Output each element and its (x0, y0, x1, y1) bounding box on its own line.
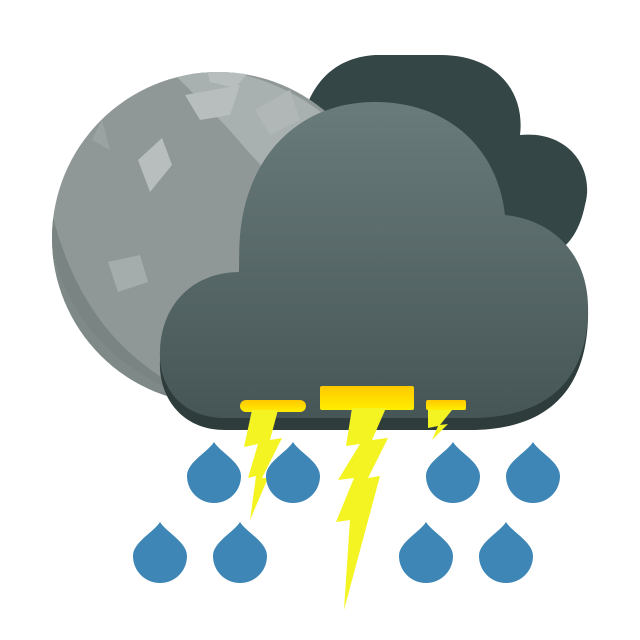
raindrop-icon (426, 442, 480, 503)
raindrop-icon (506, 442, 560, 503)
raindrop-icon (213, 522, 267, 583)
raindrop-icon (187, 442, 241, 503)
lightning-cap-right (426, 400, 466, 410)
raindrop-icon (479, 522, 533, 583)
raindrop-icon (399, 522, 453, 583)
lightning-cap-center (320, 386, 414, 410)
lightning-bolt-center (336, 408, 388, 610)
raindrop-icon (133, 522, 187, 583)
weather-icon (52, 55, 589, 610)
